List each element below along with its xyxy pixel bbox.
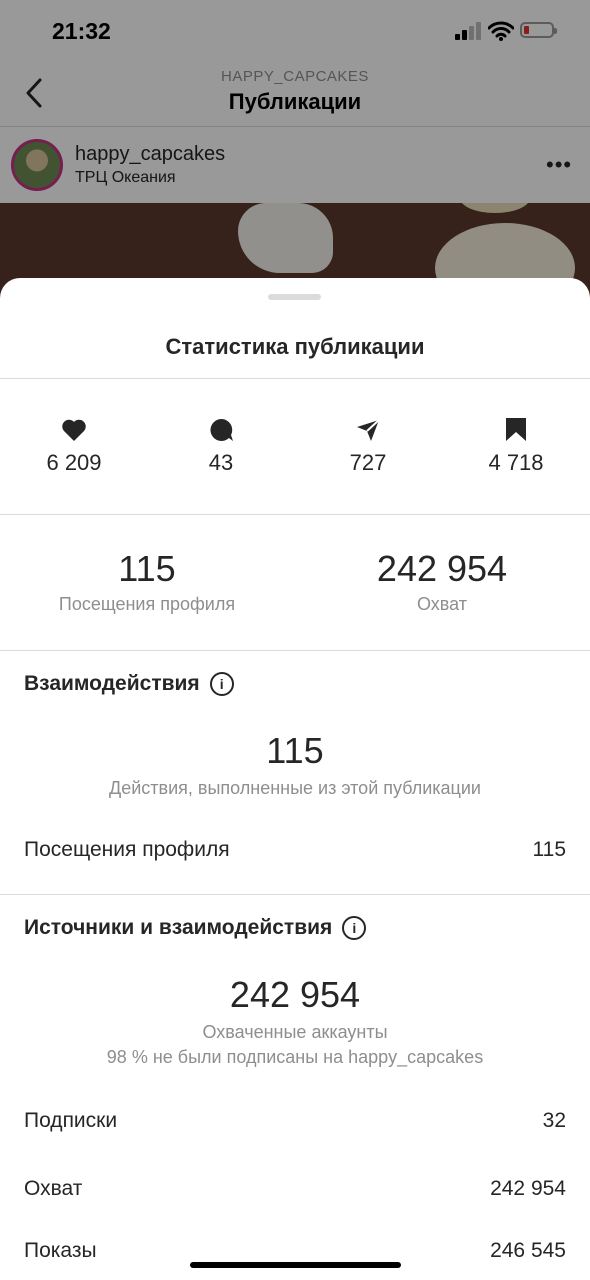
discovery-block: 242 954 Охваченные аккаунты 98 % не были…: [0, 974, 590, 1068]
interactions-heading: Взаимодействия i: [24, 672, 234, 696]
info-icon[interactable]: i: [342, 916, 367, 940]
discovery-title: Источники и взаимодействия: [24, 916, 333, 939]
non-followers-note: 98 % не были подписаны на happy_capcakes: [106, 1047, 484, 1067]
reach-label: Охват: [416, 594, 468, 614]
row-value: 115: [532, 838, 566, 861]
interactions-value: 115: [266, 730, 324, 771]
row-label: Охват: [24, 1177, 83, 1200]
interactions-title: Взаимодействия: [24, 672, 200, 695]
shares-count: 727: [349, 450, 387, 475]
divider: [0, 514, 590, 515]
interactions-label: Действия, выполненные из этой публикации: [109, 778, 481, 798]
divider: [0, 650, 590, 651]
insights-sheet: Статистика публикации 6 209 43 727 4 718…: [0, 278, 590, 1280]
divider: [0, 378, 590, 379]
saves-metric: 4 718: [456, 418, 576, 476]
follows-row: Подписки 32: [24, 1109, 566, 1133]
row-value: 246 545: [490, 1239, 566, 1262]
interactions-block: 115 Действия, выполненные из этой публик…: [0, 730, 590, 799]
row-label: Посещения профиля: [24, 838, 230, 861]
row-label: Показы: [24, 1239, 97, 1262]
comments-count: 43: [208, 450, 234, 475]
row-value: 242 954: [490, 1177, 566, 1200]
sheet-title: Статистика публикации: [165, 334, 425, 359]
likes-metric: 6 209: [14, 418, 134, 476]
profile-visits-value: 115: [118, 548, 176, 589]
accounts-reached-label: Охваченные аккаунты: [202, 1022, 388, 1042]
likes-count: 6 209: [46, 450, 102, 475]
divider: [0, 894, 590, 895]
reach-value: 242 954: [376, 548, 508, 589]
reach-row: Охват 242 954: [24, 1177, 566, 1201]
home-indicator[interactable]: [190, 1262, 401, 1268]
accounts-reached-value: 242 954: [229, 974, 361, 1015]
heart-icon: [62, 419, 86, 441]
shares-metric: 727: [308, 418, 428, 476]
impressions-row: Показы 246 545: [24, 1239, 566, 1263]
profile-visits-summary: 115 Посещения профиля: [24, 548, 270, 615]
discovery-heading: Источники и взаимодействия i: [24, 916, 367, 940]
sheet-drag-handle[interactable]: [268, 294, 321, 300]
profile-visits-label: Посещения профиля: [58, 594, 236, 614]
profile-visits-row: Посещения профиля 115: [24, 838, 566, 862]
info-icon[interactable]: i: [209, 672, 234, 696]
bookmark-icon: [506, 418, 526, 441]
row-value: 32: [542, 1109, 566, 1132]
send-icon: [357, 419, 380, 441]
comment-icon: [210, 418, 233, 441]
saves-count: 4 718: [488, 450, 544, 475]
comments-metric: 43: [161, 418, 281, 476]
reach-summary: 242 954 Охват: [310, 548, 574, 615]
row-label: Подписки: [24, 1109, 118, 1132]
